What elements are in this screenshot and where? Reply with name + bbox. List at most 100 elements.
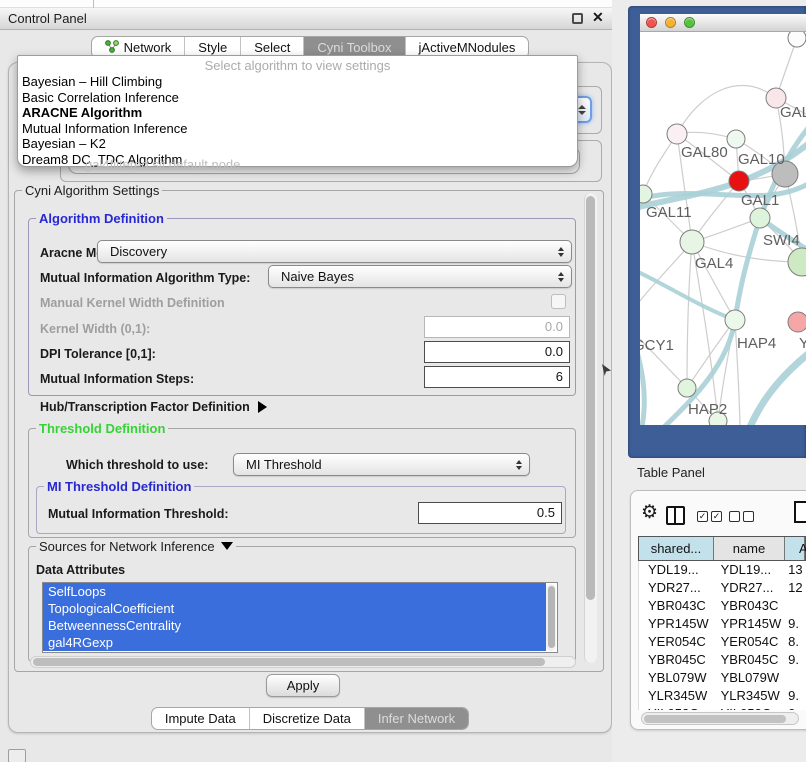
- dropdown-item[interactable]: Bayesian – K2: [18, 136, 577, 152]
- mi-steps-label: Mutual Information Steps:: [40, 372, 194, 386]
- network-edge[interactable]: [640, 194, 643, 323]
- table-cell: YPR145W: [715, 615, 787, 633]
- node-label: GCY1: [640, 337, 674, 354]
- dropdown-item[interactable]: Mutual Information Inference: [18, 121, 577, 137]
- attributes-scrollbar-thumb[interactable]: [548, 586, 555, 648]
- node-label: Y: [799, 335, 806, 352]
- settings-hscrollbar-thumb[interactable]: [33, 658, 545, 666]
- node-label: SWI4: [763, 232, 800, 249]
- table-row[interactable]: YPR145WYPR145W9.: [639, 615, 806, 633]
- data-attributes-list[interactable]: SelfLoopsTopologicalCoefficientBetweenne…: [42, 582, 558, 653]
- document-icon[interactable]: [794, 501, 806, 523]
- network-selector-value: gal4filtered.sif default node: [85, 157, 240, 172]
- attribute-item[interactable]: TopologicalCoefficient: [43, 600, 546, 617]
- spinner-down-icon: [578, 111, 586, 115]
- table-panel-title: Table Panel: [637, 465, 705, 480]
- table-cell: [786, 669, 806, 687]
- table-cell: YBR043C: [715, 597, 787, 615]
- spinner-up-icon: [578, 105, 586, 109]
- table-row[interactable]: YIL052CYIL052C0.: [639, 705, 806, 710]
- kernel-width-field[interactable]: 0.0: [424, 316, 570, 338]
- bottom-tabbar: Impute Data Discretize DataInfer Network: [8, 707, 612, 730]
- table-cell: YDL19...: [639, 561, 715, 579]
- which-threshold-value: MI Threshold: [246, 457, 322, 472]
- hub-definition-toggle[interactable]: Hub/Transcription Factor Definition: [40, 400, 267, 414]
- network-node[interactable]: [788, 32, 806, 47]
- aracne-mode-combo[interactable]: Discovery: [97, 240, 572, 263]
- zoom-light-icon[interactable]: [684, 17, 695, 28]
- window-title: Control Panel: [8, 11, 87, 26]
- tab-label: Impute Data: [165, 711, 236, 726]
- kernel-width-label: Kernel Width (0,1):: [40, 322, 150, 336]
- tab-discretize-data[interactable]: Discretize Data: [249, 708, 364, 729]
- attribute-item[interactable]: BetweennessCentrality: [43, 617, 546, 634]
- table-hscrollbar-thumb[interactable]: [644, 715, 786, 723]
- sources-title[interactable]: Sources for Network Inference: [36, 539, 236, 554]
- table-row[interactable]: YDL19...YDL19...13: [639, 561, 806, 579]
- select-all-icon[interactable]: ✓: [697, 511, 708, 522]
- column-header[interactable]: name: [714, 537, 785, 560]
- tab-infer-network[interactable]: Infer Network: [364, 708, 468, 729]
- which-threshold-combo[interactable]: MI Threshold: [233, 453, 530, 476]
- select-none-icon[interactable]: [743, 511, 754, 522]
- network-edge[interactable]: [677, 85, 776, 134]
- network-node[interactable]: [678, 379, 696, 397]
- table-cell: YDL19...: [715, 561, 787, 579]
- dpi-tolerance-field[interactable]: 0.0: [424, 341, 570, 363]
- combo-spinner-icon: [516, 460, 522, 470]
- network-node[interactable]: [725, 310, 745, 330]
- network-window-titlebar[interactable]: [640, 14, 806, 32]
- network-node[interactable]: [729, 171, 749, 191]
- table-row[interactable]: YER054CYER054C8.: [639, 633, 806, 651]
- network-node[interactable]: [788, 312, 806, 332]
- table-cell: YBR043C: [639, 597, 715, 615]
- top-strip-divider: [93, 0, 94, 8]
- network-edge[interactable]: [687, 242, 692, 388]
- manual-kernel-checkbox[interactable]: [551, 294, 566, 309]
- apply-button[interactable]: Apply: [266, 674, 340, 697]
- node-label: GAL80: [681, 144, 728, 161]
- network-graph[interactable]: GALGAL80GAL10GAL1GAL11SWI4GAL4HAP4YGCY1H…: [640, 32, 806, 425]
- network-node[interactable]: [788, 248, 806, 276]
- table-row[interactable]: YBR045CYBR045C9.: [639, 651, 806, 669]
- attribute-item[interactable]: gal4RGexp: [43, 634, 546, 651]
- mi-threshold-field[interactable]: 0.5: [418, 502, 562, 524]
- network-canvas[interactable]: GALGAL80GAL10GAL1GAL11SWI4GAL4HAP4YGCY1H…: [640, 32, 806, 425]
- network-node[interactable]: [727, 130, 745, 148]
- network-edge[interactable]: [640, 242, 692, 323]
- node-label: GAL11: [646, 204, 692, 221]
- table-cell: YPR145W: [639, 615, 715, 633]
- close-icon[interactable]: ✕: [592, 9, 604, 26]
- mi-type-combo[interactable]: Naive Bayes: [268, 265, 572, 288]
- select-none-icon[interactable]: [729, 511, 740, 522]
- threshold-definition-title: Threshold Definition: [36, 421, 168, 436]
- table-cell: YER054C: [715, 633, 787, 651]
- dropdown-item[interactable]: Basic Correlation Inference: [18, 90, 577, 106]
- dropdown-item[interactable]: Bayesian – Hill Climbing: [18, 74, 577, 90]
- table-row[interactable]: YBR043CYBR043C: [639, 597, 806, 615]
- attribute-item[interactable]: SelfLoops: [43, 583, 546, 600]
- algorithm-dropdown-list[interactable]: Select algorithm to view settings Bayesi…: [17, 55, 578, 167]
- control-panel-titlebar[interactable]: [0, 8, 620, 30]
- dropdown-item[interactable]: ARACNE Algorithm: [18, 105, 577, 121]
- minimized-panel-icon[interactable]: [8, 749, 26, 762]
- close-light-icon[interactable]: [646, 17, 657, 28]
- minimize-light-icon[interactable]: [665, 17, 676, 28]
- column-header[interactable]: shared...: [639, 537, 714, 560]
- table-row[interactable]: YBL079WYBL079W: [639, 669, 806, 687]
- table-row[interactable]: YDR27...YDR27...12: [639, 579, 806, 597]
- network-node[interactable]: [750, 208, 770, 228]
- network-edge[interactable]: [640, 323, 687, 388]
- gear-icon[interactable]: ⚙: [641, 503, 658, 523]
- tab-impute-data[interactable]: Impute Data: [152, 708, 249, 729]
- mi-steps-field[interactable]: 6: [424, 366, 570, 388]
- settings-scrollbar-thumb[interactable]: [586, 196, 595, 600]
- network-node[interactable]: [680, 230, 704, 254]
- select-all-icon[interactable]: ✓: [711, 511, 722, 522]
- table-row[interactable]: YLR345WYLR345W9.: [639, 687, 806, 705]
- network-node[interactable]: [667, 124, 687, 144]
- float-window-icon[interactable]: [572, 13, 583, 24]
- column-header[interactable]: A: [785, 537, 805, 560]
- network-edge-thick[interactable]: [750, 354, 806, 425]
- table-cell: 8.: [786, 633, 806, 651]
